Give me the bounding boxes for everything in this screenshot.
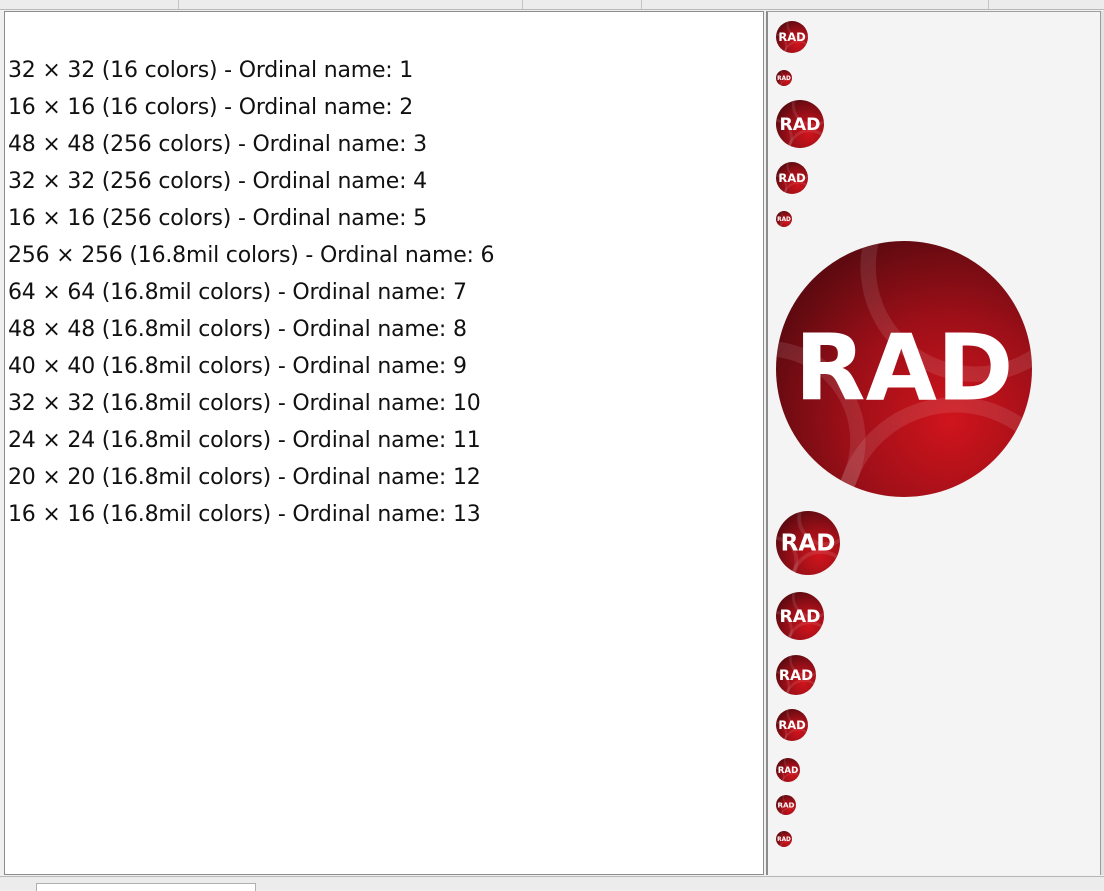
- icon-entry-list: 32 × 32 (16 colors) - Ordinal name: 1 16…: [8, 57, 495, 538]
- icon-entry[interactable]: 16 × 16 (16 colors) - Ordinal name: 2: [8, 94, 494, 131]
- icon-preview-pane: RAD RAD RAD RAD RAD RAD RAD RAD RAD RAD RAD RAD RAD: [766, 11, 1100, 875]
- icon-entry[interactable]: 32 × 32 (256 colors) - Ordinal name: 4: [8, 168, 494, 205]
- top-toolbar-strip: [0, 0, 1104, 10]
- rad-logo-text: RAD: [778, 718, 805, 732]
- icon-entry[interactable]: 48 × 48 (256 colors) - Ordinal name: 3: [8, 131, 494, 168]
- icon-entry[interactable]: 16 × 16 (16.8mil colors) - Ordinal name:…: [8, 501, 494, 538]
- rad-logo-icon: RAD: [776, 758, 800, 782]
- rad-logo-text: RAD: [778, 766, 798, 776]
- rad-logo-icon: RAD: [776, 70, 792, 86]
- icon-entry[interactable]: 20 × 20 (16.8mil colors) - Ordinal name:…: [8, 464, 494, 501]
- rad-logo-icon: RAD: [776, 511, 840, 575]
- icon-entry[interactable]: 24 × 24 (16.8mil colors) - Ordinal name:…: [8, 427, 494, 464]
- rad-logo-icon: RAD: [776, 21, 808, 53]
- icon-entry[interactable]: 16 × 16 (256 colors) - Ordinal name: 5: [8, 205, 494, 242]
- rad-logo-icon: RAD: [776, 211, 792, 227]
- rad-logo-text: RAD: [777, 76, 791, 82]
- icon-entry[interactable]: 48 × 48 (16.8mil colors) - Ordinal name:…: [8, 316, 494, 353]
- rad-logo-icon: RAD: [776, 241, 1032, 497]
- rad-logo-text: RAD: [777, 800, 794, 809]
- rad-logo-text: RAD: [777, 217, 791, 223]
- icon-entry-list-pane[interactable]: 32 × 32 (16 colors) - Ordinal name: 1 16…: [4, 11, 764, 875]
- toolbar-separator: [641, 0, 642, 9]
- window-edge: [1100, 11, 1104, 875]
- rad-logo-text: RAD: [779, 668, 813, 684]
- icon-entry[interactable]: 32 × 32 (16.8mil colors) - Ordinal name:…: [8, 390, 494, 427]
- rad-logo-text: RAD: [780, 607, 821, 627]
- rad-logo-text: RAD: [778, 30, 805, 44]
- toolbar-separator: [522, 0, 523, 9]
- icon-entry[interactable]: 64 × 64 (16.8mil colors) - Ordinal name:…: [8, 279, 494, 316]
- rad-logo-text: RAD: [781, 531, 836, 557]
- icon-entry[interactable]: 32 × 32 (16 colors) - Ordinal name: 1: [8, 57, 494, 94]
- rad-logo-icon: RAD: [776, 162, 808, 194]
- rad-logo-text: RAD: [780, 115, 821, 135]
- rad-logo-icon: RAD: [776, 100, 824, 148]
- rad-logo-icon: RAD: [776, 592, 824, 640]
- rad-logo-text: RAD: [777, 837, 791, 843]
- rad-logo-text: RAD: [795, 314, 1014, 422]
- bottom-status-strip: [0, 876, 1104, 891]
- rad-logo-icon: RAD: [776, 655, 816, 695]
- toolbar-separator: [988, 0, 989, 9]
- icon-entry[interactable]: 256 × 256 (16.8mil colors) - Ordinal nam…: [8, 242, 495, 279]
- rad-logo-icon: RAD: [776, 831, 792, 847]
- rad-logo-text: RAD: [778, 171, 805, 185]
- toolbar-separator: [178, 0, 179, 9]
- icon-entry[interactable]: 40 × 40 (16.8mil colors) - Ordinal name:…: [8, 353, 494, 390]
- rad-logo-icon: RAD: [776, 795, 796, 815]
- rad-logo-icon: RAD: [776, 709, 808, 741]
